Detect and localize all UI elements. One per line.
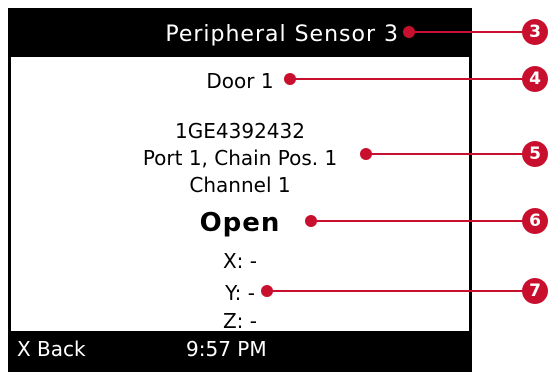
- callout-5-badge: 5: [522, 141, 548, 167]
- axis-z-value: Z: -: [222, 309, 257, 333]
- axis-x-value: X: -: [222, 249, 257, 273]
- back-button[interactable]: X Back: [17, 337, 86, 361]
- screen-title: Peripheral Sensor 3: [165, 21, 399, 47]
- device-screen: Peripheral Sensor 3 Door 1 1GE4392432 Po…: [8, 8, 472, 372]
- callout-6-badge: 6: [522, 208, 548, 234]
- axis-y-value: Y: -: [225, 281, 255, 305]
- serial-number: 1GE4392432: [175, 119, 305, 143]
- bottom-bar: X Back 9:57 PM: [11, 331, 469, 369]
- sensor-status: Open: [199, 208, 281, 238]
- callout-7-line: [267, 290, 535, 292]
- callout-3-badge: 3: [522, 19, 548, 45]
- sensor-name: Door 1: [206, 69, 274, 93]
- title-bar: Peripheral Sensor 3: [11, 11, 469, 57]
- callout-4-line: [290, 78, 535, 80]
- callout-7-badge: 7: [522, 278, 548, 304]
- clock-time: 9:57 PM: [186, 337, 267, 361]
- callout-6-line: [311, 220, 535, 222]
- callout-4-badge: 4: [522, 66, 548, 92]
- callout-5-line: [366, 153, 535, 155]
- port-chain-position: Port 1, Chain Pos. 1: [142, 146, 338, 170]
- channel-label: Channel 1: [189, 173, 291, 197]
- callout-3-line: [409, 31, 535, 33]
